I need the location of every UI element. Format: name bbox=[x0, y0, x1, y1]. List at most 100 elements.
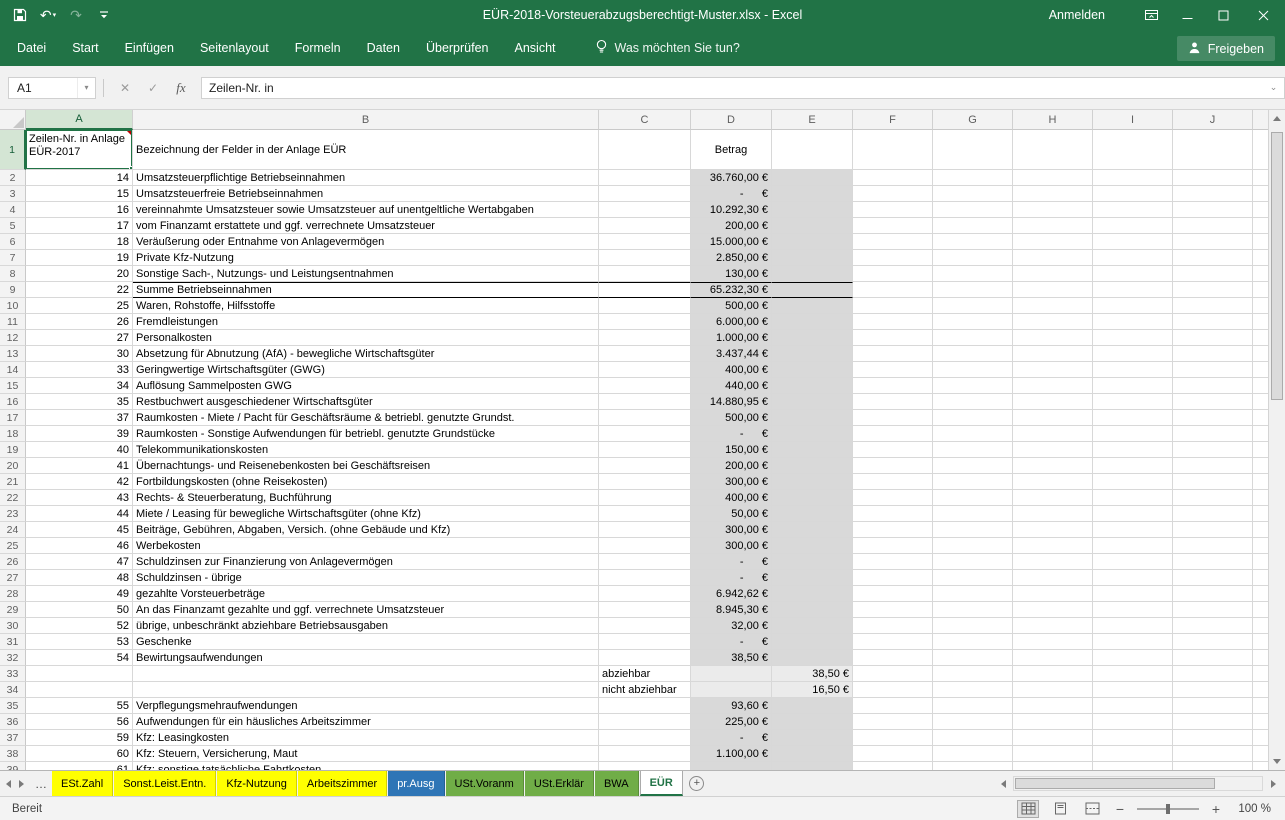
cell-C34[interactable]: nicht abziehbar bbox=[599, 682, 691, 698]
cell-H5[interactable] bbox=[1013, 218, 1093, 234]
cell-F2[interactable] bbox=[853, 170, 933, 186]
zoom-slider[interactable] bbox=[1137, 808, 1199, 810]
row-header-16[interactable]: 16 bbox=[0, 394, 26, 410]
select-all-corner[interactable] bbox=[0, 110, 26, 130]
cell-H26[interactable] bbox=[1013, 554, 1093, 570]
cell-I17[interactable] bbox=[1093, 410, 1173, 426]
cell-H29[interactable] bbox=[1013, 602, 1093, 618]
cell-G18[interactable] bbox=[933, 426, 1013, 442]
cell-C33[interactable]: abziehbar bbox=[599, 666, 691, 682]
cell-B38[interactable]: Kfz: Steuern, Versicherung, Maut bbox=[133, 746, 599, 762]
cell-G11[interactable] bbox=[933, 314, 1013, 330]
cell-A25[interactable]: 46 bbox=[26, 538, 133, 554]
cell-C21[interactable] bbox=[599, 474, 691, 490]
cell-J34[interactable] bbox=[1173, 682, 1253, 698]
cell-E27[interactable] bbox=[772, 570, 853, 586]
cell-F10[interactable] bbox=[853, 298, 933, 314]
cell-D18[interactable]: - € bbox=[691, 426, 772, 442]
cell-A37[interactable]: 59 bbox=[26, 730, 133, 746]
cell-A18[interactable]: 39 bbox=[26, 426, 133, 442]
cell-A35[interactable]: 55 bbox=[26, 698, 133, 714]
cell-E24[interactable] bbox=[772, 522, 853, 538]
cell-C27[interactable] bbox=[599, 570, 691, 586]
cell-I23[interactable] bbox=[1093, 506, 1173, 522]
cell-I30[interactable] bbox=[1093, 618, 1173, 634]
cell-J28[interactable] bbox=[1173, 586, 1253, 602]
cell-H12[interactable] bbox=[1013, 330, 1093, 346]
row-header-23[interactable]: 23 bbox=[0, 506, 26, 522]
cell-F39[interactable] bbox=[853, 762, 933, 770]
cell-D29[interactable]: 8.945,30 € bbox=[691, 602, 772, 618]
cell-G35[interactable] bbox=[933, 698, 1013, 714]
cell-B4[interactable]: vereinnahmte Umsatzsteuer sowie Umsatzst… bbox=[133, 202, 599, 218]
cell-J21[interactable] bbox=[1173, 474, 1253, 490]
row-header-10[interactable]: 10 bbox=[0, 298, 26, 314]
ribbon-tab-formeln[interactable]: Formeln bbox=[282, 30, 354, 66]
cell-B32[interactable]: Bewirtungsaufwendungen bbox=[133, 650, 599, 666]
cell-D22[interactable]: 400,00 € bbox=[691, 490, 772, 506]
row-header-39[interactable]: 39 bbox=[0, 762, 26, 770]
cell-E15[interactable] bbox=[772, 378, 853, 394]
column-header-C[interactable]: C bbox=[599, 110, 691, 130]
cell-J10[interactable] bbox=[1173, 298, 1253, 314]
cell-B23[interactable]: Miete / Leasing für bewegliche Wirtschaf… bbox=[133, 506, 599, 522]
cell-A3[interactable]: 15 bbox=[26, 186, 133, 202]
cell-C35[interactable] bbox=[599, 698, 691, 714]
cell-I25[interactable] bbox=[1093, 538, 1173, 554]
cell-D26[interactable]: - € bbox=[691, 554, 772, 570]
cell-C22[interactable] bbox=[599, 490, 691, 506]
cell-B30[interactable]: übrige, unbeschränkt abziehbare Betriebs… bbox=[133, 618, 599, 634]
cell-C9[interactable] bbox=[599, 282, 691, 298]
scroll-right-icon[interactable] bbox=[1265, 776, 1281, 792]
cell-B9[interactable]: Summe Betriebseinnahmen bbox=[133, 282, 599, 298]
column-header-I[interactable]: I bbox=[1093, 110, 1173, 130]
cell-J5[interactable] bbox=[1173, 218, 1253, 234]
sheet-tab-kfz-nutzung[interactable]: Kfz-Nutzung bbox=[217, 771, 297, 796]
cell-F16[interactable] bbox=[853, 394, 933, 410]
cell-C28[interactable] bbox=[599, 586, 691, 602]
zoom-in-icon[interactable]: + bbox=[1209, 801, 1223, 817]
cell-F31[interactable] bbox=[853, 634, 933, 650]
cell-J11[interactable] bbox=[1173, 314, 1253, 330]
cell-C6[interactable] bbox=[599, 234, 691, 250]
cell-E1[interactable] bbox=[772, 130, 853, 170]
cell-J32[interactable] bbox=[1173, 650, 1253, 666]
cell-H20[interactable] bbox=[1013, 458, 1093, 474]
insert-function-icon[interactable]: fx bbox=[167, 77, 195, 99]
cell-H3[interactable] bbox=[1013, 186, 1093, 202]
cell-F17[interactable] bbox=[853, 410, 933, 426]
cell-F22[interactable] bbox=[853, 490, 933, 506]
page-break-view-icon[interactable] bbox=[1081, 800, 1103, 818]
cell-A13[interactable]: 30 bbox=[26, 346, 133, 362]
horizontal-scroll-track[interactable] bbox=[1013, 776, 1263, 791]
cell-G16[interactable] bbox=[933, 394, 1013, 410]
cell-E10[interactable] bbox=[772, 298, 853, 314]
cell-G6[interactable] bbox=[933, 234, 1013, 250]
row-header-1[interactable]: 1 bbox=[0, 130, 26, 170]
cell-D28[interactable]: 6.942,62 € bbox=[691, 586, 772, 602]
cell-A24[interactable]: 45 bbox=[26, 522, 133, 538]
cell-I4[interactable] bbox=[1093, 202, 1173, 218]
cell-E26[interactable] bbox=[772, 554, 853, 570]
cell-D2[interactable]: 36.760,00 € bbox=[691, 170, 772, 186]
ribbon-tab-einfuegen[interactable]: Einfügen bbox=[112, 30, 187, 66]
row-header-14[interactable]: 14 bbox=[0, 362, 26, 378]
ribbon-tab-ueberpruefen[interactable]: Überprüfen bbox=[413, 30, 502, 66]
row-header-15[interactable]: 15 bbox=[0, 378, 26, 394]
cell-B5[interactable]: vom Finanzamt erstattete und ggf. verrec… bbox=[133, 218, 599, 234]
cell-F1[interactable] bbox=[853, 130, 933, 170]
cell-E5[interactable] bbox=[772, 218, 853, 234]
cell-H37[interactable] bbox=[1013, 730, 1093, 746]
cell-B31[interactable]: Geschenke bbox=[133, 634, 599, 650]
ribbon-tab-daten[interactable]: Daten bbox=[354, 30, 413, 66]
cell-H2[interactable] bbox=[1013, 170, 1093, 186]
cell-D11[interactable]: 6.000,00 € bbox=[691, 314, 772, 330]
cell-G29[interactable] bbox=[933, 602, 1013, 618]
cell-F24[interactable] bbox=[853, 522, 933, 538]
cell-D36[interactable]: 225,00 € bbox=[691, 714, 772, 730]
cell-F9[interactable] bbox=[853, 282, 933, 298]
cell-E9[interactable] bbox=[772, 282, 853, 298]
cell-C12[interactable] bbox=[599, 330, 691, 346]
cell-E11[interactable] bbox=[772, 314, 853, 330]
cell-E6[interactable] bbox=[772, 234, 853, 250]
